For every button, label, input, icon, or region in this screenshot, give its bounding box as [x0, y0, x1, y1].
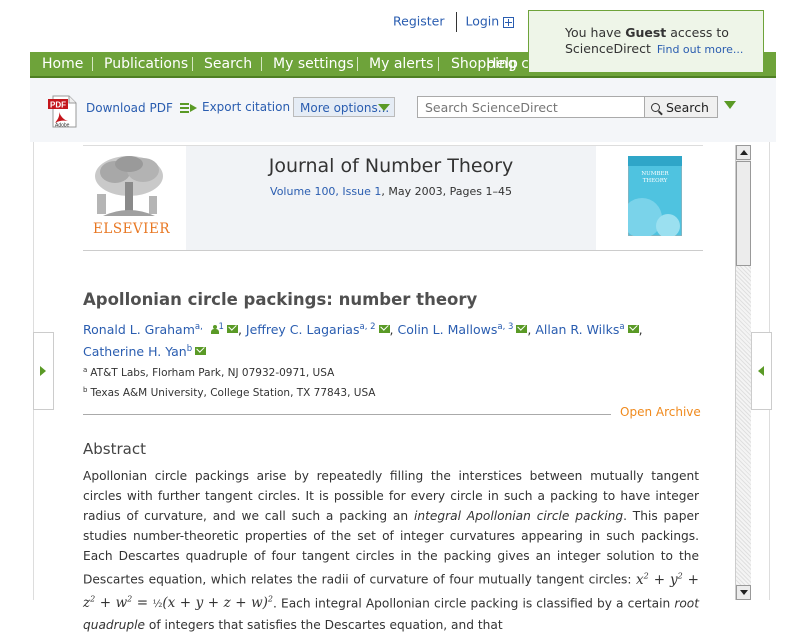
elsevier-tree-logo	[95, 156, 163, 216]
email-icon[interactable]	[516, 325, 528, 333]
left-sidebar-toggle[interactable]	[33, 332, 54, 410]
more-options-button[interactable]: More options...	[293, 97, 395, 117]
svg-text:Adobe: Adobe	[55, 123, 70, 129]
nav-my-alerts[interactable]: My alerts	[369, 56, 433, 72]
export-icon[interactable]	[180, 102, 198, 114]
author-mallows[interactable]: Colin L. Mallowsa, 3	[397, 322, 513, 337]
nav-divider	[357, 57, 358, 71]
email-icon[interactable]	[195, 347, 207, 355]
svg-text:PDF: PDF	[50, 101, 66, 110]
top-links: Register Login	[393, 12, 515, 32]
arrow-right-icon	[40, 366, 46, 376]
expand-icon[interactable]	[503, 16, 515, 28]
search-icon	[651, 103, 660, 112]
nav-my-settings[interactable]: My settings	[273, 56, 354, 72]
nav-divider	[92, 57, 93, 71]
authors-line: Ronald L. Grahama, 1, Jeffrey C. Lagaria…	[83, 322, 643, 337]
chevron-down-icon	[378, 104, 390, 111]
journal-volume: Volume 100, Issue 1, May 2003, Pages 1–4…	[270, 185, 512, 198]
search-options-chevron-icon[interactable]	[724, 101, 736, 109]
nav-home[interactable]: Home	[42, 56, 83, 72]
pdf-icon[interactable]: PDF Adobe	[47, 95, 77, 128]
journal-cover-image[interactable]: NUMBER THEORY	[622, 155, 683, 238]
nav-search[interactable]: Search	[204, 56, 252, 72]
nav-divider	[261, 57, 262, 71]
affiliation: b Texas A&M University, College Station, …	[83, 386, 376, 399]
volume-issue-link[interactable]: Volume 100, Issue 1	[270, 185, 381, 198]
author-lagarias[interactable]: Jeffrey C. Lagariasa, 2	[246, 322, 376, 337]
author-yan[interactable]: Catherine H. Yanb	[83, 344, 192, 359]
scroll-down-button[interactable]	[736, 585, 751, 600]
arrow-left-icon	[758, 366, 764, 376]
journal-title[interactable]: Journal of Number Theory	[186, 155, 596, 177]
author-wilks[interactable]: Allan R. Wilksa	[535, 322, 624, 337]
nav-divider	[192, 57, 193, 71]
journal-header: ELSEVIER Journal of Number Theory Volume…	[83, 145, 703, 251]
find-out-more-link[interactable]: Find out more...	[657, 43, 744, 56]
journal-info: Journal of Number Theory Volume 100, Iss…	[186, 146, 596, 250]
search-input[interactable]	[417, 96, 645, 118]
affiliation: a AT&T Labs, Florham Park, NJ 07932-0971,…	[83, 366, 335, 379]
scroll-thumb[interactable]	[736, 161, 751, 266]
article-title: Apollonian circle packings: number theor…	[83, 290, 478, 309]
download-pdf-link[interactable]: Download PDF	[86, 101, 173, 115]
email-icon[interactable]	[627, 325, 639, 333]
nav-help[interactable]: Help	[486, 56, 518, 72]
register-link[interactable]: Register	[393, 14, 444, 29]
abstract-text: Apollonian circle packings arise by repe…	[83, 469, 700, 632]
person-icon[interactable]	[210, 325, 219, 334]
scrollbar[interactable]	[735, 145, 751, 600]
divider	[456, 12, 458, 32]
search-button[interactable]: Search	[644, 96, 718, 118]
right-sidebar-toggle[interactable]	[751, 332, 772, 410]
nav-divider	[438, 57, 439, 71]
email-icon[interactable]	[378, 325, 390, 333]
email-icon[interactable]	[226, 325, 238, 333]
authors-line: Catherine H. Yanb	[83, 344, 207, 359]
open-archive-badge[interactable]: Open Archive	[620, 405, 701, 419]
divider	[83, 414, 611, 415]
author-graham[interactable]: Ronald L. Grahama,	[83, 322, 206, 337]
scroll-up-button[interactable]	[736, 145, 751, 160]
guest-access-box: You have Guest access to ScienceDirect Fi…	[528, 10, 764, 73]
export-citation-link[interactable]: Export citation	[202, 100, 290, 114]
elsevier-wordmark: ELSEVIER	[93, 221, 171, 237]
abstract-heading: Abstract	[83, 440, 146, 458]
nav-publications[interactable]: Publications	[104, 56, 188, 72]
login-link[interactable]: Login	[465, 14, 499, 29]
scroll-track[interactable]	[736, 266, 751, 585]
